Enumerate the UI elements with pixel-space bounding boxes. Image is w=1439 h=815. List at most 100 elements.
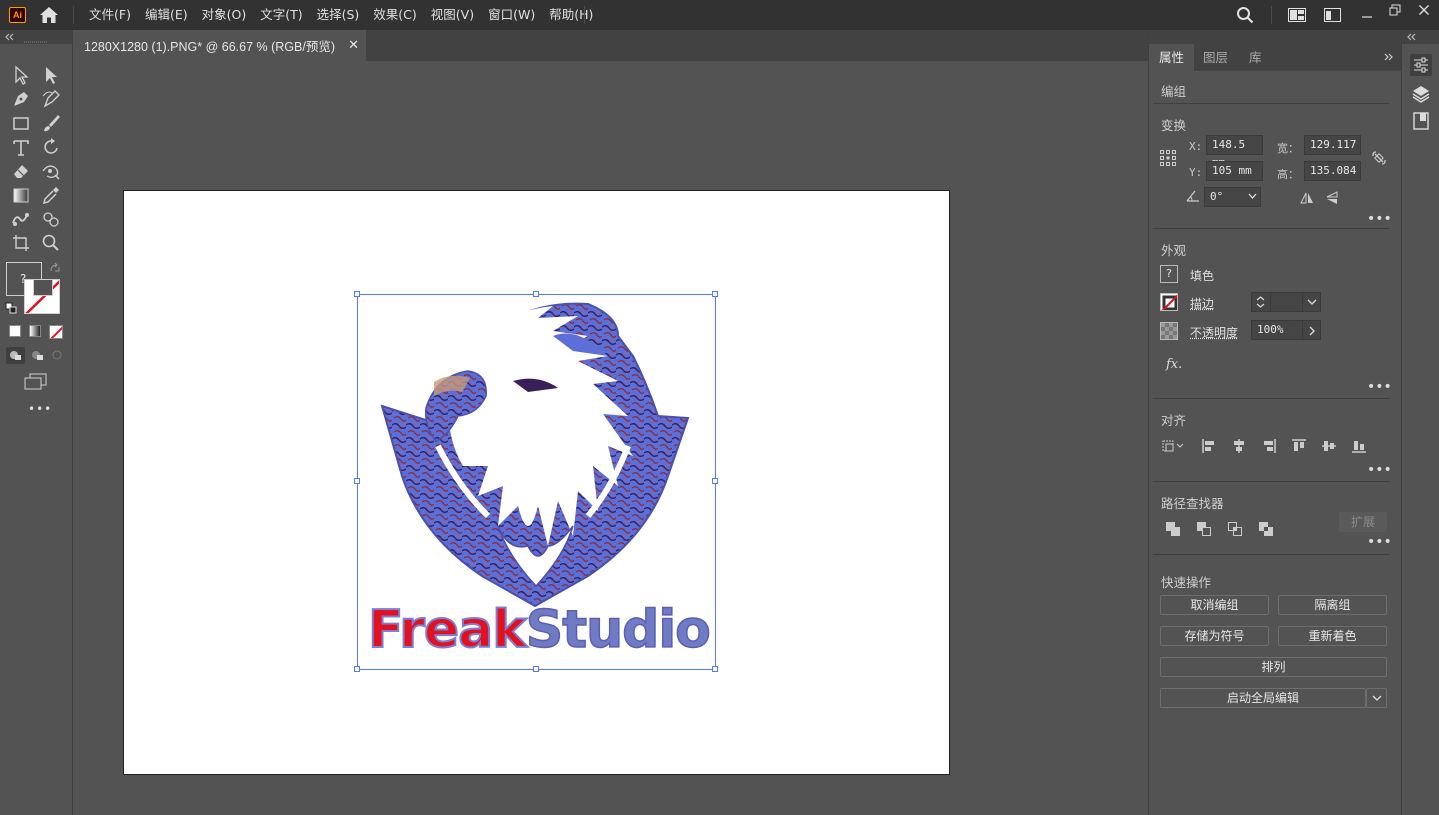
resize-handle-bottom[interactable] (533, 666, 539, 672)
isolate-group-button[interactable]: 隔离组 (1278, 595, 1387, 615)
rotate-tool-icon[interactable] (40, 136, 62, 158)
swap-fill-stroke-icon[interactable] (49, 262, 61, 274)
pen-tool-icon[interactable] (10, 88, 32, 110)
eyedropper-tool-icon[interactable] (40, 184, 62, 206)
constrain-proportions-icon[interactable] (1371, 150, 1387, 166)
none-mode-button[interactable] (49, 325, 63, 339)
align-right-icon[interactable] (1261, 438, 1277, 454)
artboard-tool-icon[interactable] (10, 232, 32, 254)
transform-more-button[interactable]: ••• (1367, 212, 1392, 226)
screen-mode-icon[interactable] (24, 373, 48, 390)
pathfinder-minus-front-icon[interactable] (1196, 521, 1212, 537)
menu-select[interactable]: 选择(S) (310, 0, 367, 30)
reference-point-icon[interactable] (1160, 150, 1176, 166)
x-position-field[interactable]: 148.5 mm (1206, 135, 1263, 169)
resize-handle-bottom-right[interactable] (712, 666, 718, 672)
appearance-more-button[interactable]: ••• (1367, 380, 1392, 394)
draw-normal-button[interactable] (6, 347, 25, 364)
stroke-swatch[interactable] (24, 279, 60, 314)
pathfinder-unite-icon[interactable] (1165, 521, 1181, 537)
menu-file[interactable]: 文件(F) (82, 0, 138, 30)
gradient-tool-icon[interactable] (10, 184, 32, 206)
direct-selection-tool-icon[interactable] (40, 64, 62, 86)
search-icon[interactable] (1236, 6, 1254, 24)
expand-button[interactable]: 扩展 (1339, 512, 1387, 532)
opacity-label[interactable]: 不透明度 (1190, 324, 1238, 341)
tab-libraries[interactable]: 库 (1239, 44, 1272, 71)
resize-handle-top-right[interactable] (712, 291, 718, 297)
align-left-icon[interactable] (1201, 438, 1217, 454)
ungroup-button[interactable]: 取消编组 (1160, 595, 1269, 615)
rotation-field[interactable]: 0° (1204, 187, 1261, 207)
height-field[interactable]: 135.084 (1304, 161, 1361, 181)
tab-properties[interactable]: 属性 (1149, 44, 1195, 71)
menu-help[interactable]: 帮助(H) (542, 0, 600, 30)
menu-object[interactable]: 对象(O) (195, 0, 254, 30)
type-tool-icon[interactable] (10, 136, 32, 158)
restore-icon[interactable] (1389, 4, 1401, 16)
stroke-color-swatch[interactable] (1160, 293, 1178, 311)
dock-header[interactable] (1402, 30, 1439, 44)
align-bottom-icon[interactable] (1351, 438, 1367, 454)
opacity-checker-icon[interactable] (1160, 322, 1178, 340)
eraser-tool-icon[interactable] (10, 160, 32, 182)
drag-grip-icon[interactable] (24, 41, 48, 44)
arrange-button[interactable]: 排列 (1160, 657, 1387, 677)
collapse-arrows-icon[interactable] (5, 33, 15, 41)
stroke-weight-dropdown[interactable] (1302, 292, 1321, 312)
menu-effect[interactable]: 效果(C) (366, 0, 423, 30)
libraries-panel-button[interactable] (1410, 110, 1432, 132)
selection-bounding-box[interactable] (357, 294, 716, 670)
zoom-tool-icon[interactable] (40, 232, 62, 254)
resize-handle-left[interactable] (354, 478, 360, 484)
minimize-icon[interactable] (1361, 8, 1373, 18)
puppet-warp-tool-icon[interactable] (40, 160, 62, 182)
layers-panel-button[interactable] (1410, 83, 1432, 105)
gradient-mode-button[interactable] (29, 325, 41, 337)
opacity-slider-button[interactable] (1302, 320, 1321, 340)
blend-tool-icon[interactable] (10, 208, 32, 230)
chevron-down-icon[interactable] (1248, 193, 1257, 200)
flip-vertical-icon[interactable] (1324, 190, 1340, 206)
stepper-icon[interactable] (1256, 295, 1265, 309)
expand-panels-icon[interactable] (1407, 33, 1417, 41)
pathfinder-exclude-icon[interactable] (1258, 521, 1274, 537)
symbol-sprayer-tool-icon[interactable] (40, 208, 62, 230)
global-edit-options-button[interactable] (1366, 688, 1387, 708)
menu-window[interactable]: 窗口(W) (481, 0, 542, 30)
properties-panel-button[interactable] (1410, 54, 1432, 76)
align-top-icon[interactable] (1291, 438, 1307, 454)
close-icon[interactable] (1418, 4, 1430, 16)
y-position-field[interactable]: 105 mm (1206, 161, 1263, 181)
paintbrush-tool-icon[interactable] (40, 112, 62, 134)
align-horizontal-center-icon[interactable] (1231, 438, 1247, 454)
stroke-label[interactable]: 描边 (1190, 295, 1214, 312)
curvature-tool-icon[interactable] (40, 88, 62, 110)
pathfinder-more-button[interactable]: ••• (1367, 535, 1392, 549)
start-global-edit-button[interactable]: 启动全局编辑 (1160, 688, 1366, 708)
workspace-layout-icon[interactable] (1288, 8, 1306, 22)
close-tab-icon[interactable]: ✕ (348, 38, 359, 53)
tools-panel-header[interactable] (0, 30, 73, 44)
menu-view[interactable]: 视图(V) (424, 0, 481, 30)
edit-toolbar-button[interactable]: ••• (28, 402, 52, 416)
resize-handle-bottom-left[interactable] (354, 666, 360, 672)
align-to-icon[interactable] (1161, 438, 1185, 454)
save-as-symbol-button[interactable]: 存储为符号 (1160, 626, 1269, 646)
fx-effects-button[interactable]: fx. (1166, 357, 1182, 372)
width-field[interactable]: 129.117 (1304, 135, 1361, 155)
arrange-documents-icon[interactable] (1324, 8, 1341, 22)
align-vertical-center-icon[interactable] (1321, 438, 1337, 454)
selection-tool-icon[interactable] (10, 64, 32, 86)
rectangle-tool-icon[interactable] (10, 112, 32, 134)
tab-layers[interactable]: 图层 (1193, 44, 1238, 71)
color-mode-button[interactable] (9, 325, 21, 337)
panel-collapse-icon[interactable] (1384, 53, 1394, 61)
flip-horizontal-icon[interactable] (1299, 190, 1315, 206)
document-tab[interactable]: 1280X1280 (1).PNG* @ 66.67 % (RGB/预览) ✕ (74, 30, 366, 61)
resize-handle-right[interactable] (712, 478, 718, 484)
align-more-button[interactable]: ••• (1367, 463, 1392, 477)
fill-color-swatch[interactable]: ? (1160, 265, 1178, 283)
menu-type[interactable]: 文字(T) (253, 0, 309, 30)
draw-inside-button[interactable] (49, 347, 68, 364)
